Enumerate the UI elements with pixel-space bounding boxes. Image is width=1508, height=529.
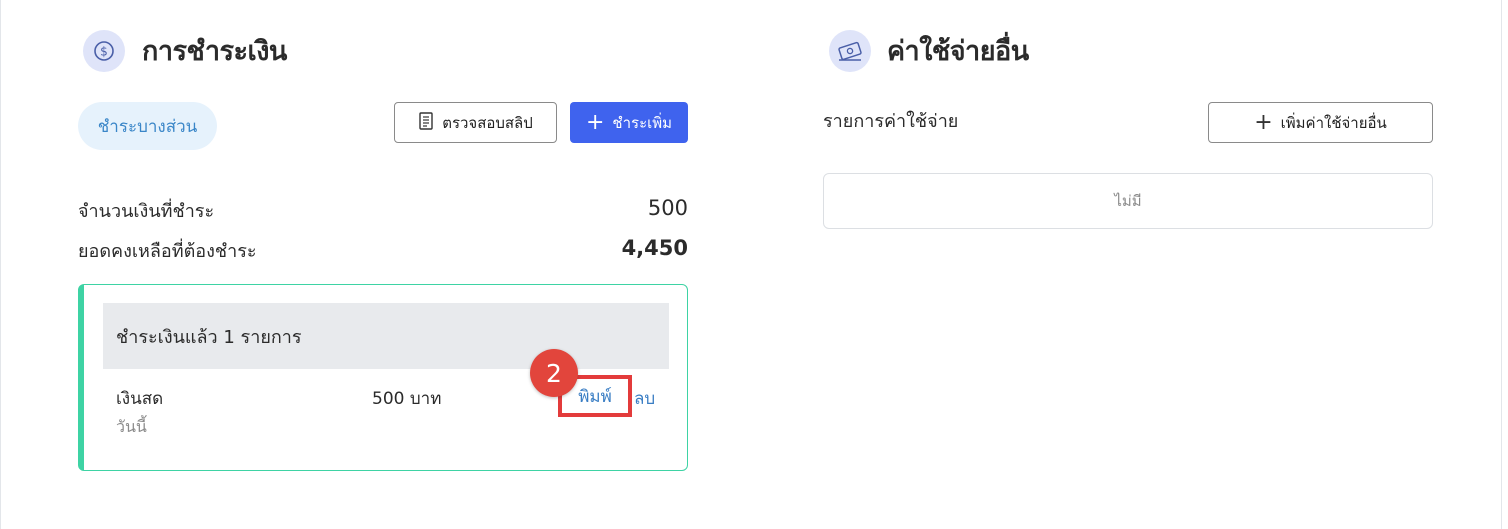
remaining-value: 4,450: [621, 236, 688, 260]
add-payment-label: ชำระเพิ่ม: [612, 113, 673, 132]
expenses-list-label: รายการค่าใช้จ่าย: [823, 111, 959, 132]
paid-amount-value: 500: [647, 196, 688, 220]
remaining-label: ยอดคงเหลือที่ต้องชำระ: [78, 241, 257, 262]
plus-icon: +: [1254, 109, 1273, 135]
add-expense-button[interactable]: + เพิ่มค่าใช้จ่ายอื่น: [1208, 102, 1433, 143]
add-expense-label: เพิ่มค่าใช้จ่ายอื่น: [1280, 113, 1387, 132]
svg-text:$: $: [100, 45, 108, 59]
step-badge: 2: [530, 349, 578, 397]
empty-state-text: ไม่มี: [1114, 192, 1142, 210]
plus-icon: +: [585, 109, 605, 135]
expenses-section-title: ค่าใช้จ่ายอื่น: [887, 36, 1029, 67]
payment-section-title: การชำระเงิน: [142, 36, 287, 67]
payment-date: วันนี้: [116, 417, 147, 436]
paid-list-header: ชำระเงินแล้ว 1 รายการ: [103, 303, 669, 369]
expenses-empty-state: ไม่มี: [823, 173, 1433, 229]
panel-border-right: [1501, 0, 1502, 529]
partial-payment-pill[interactable]: ชำระบางส่วน: [78, 102, 217, 150]
paid-list-card: ชำระเงินแล้ว 1 รายการ เงินสด วันนี้ 500 …: [78, 284, 688, 471]
payment-amount: 500 บาท: [372, 389, 442, 409]
money-bill-icon: [829, 30, 871, 72]
paid-amount-label: จำนวนเงินที่ชำระ: [78, 201, 215, 222]
dollar-circle-icon: $: [83, 30, 125, 72]
delete-button[interactable]: ลบ: [634, 385, 655, 412]
payment-method: เงินสด: [116, 389, 164, 409]
receipt-icon: [418, 111, 434, 134]
check-slip-label: ตรวจสอบสลิป: [442, 113, 533, 132]
panel-border-left: [0, 0, 1, 529]
check-slip-button[interactable]: ตรวจสอบสลิป: [394, 102, 557, 143]
add-payment-button[interactable]: + ชำระเพิ่ม: [570, 102, 688, 143]
